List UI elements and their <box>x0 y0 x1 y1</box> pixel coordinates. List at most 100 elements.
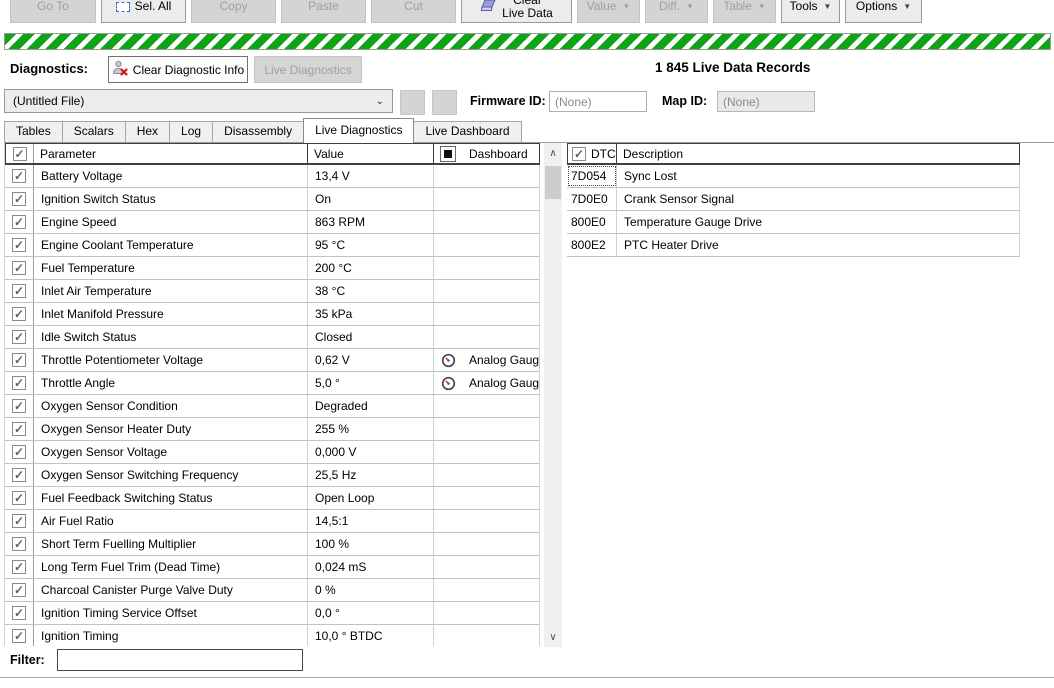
map-id-field[interactable] <box>717 91 815 112</box>
parameter-row[interactable]: ✓Oxygen Sensor Switching Frequency25,5 H… <box>5 464 540 487</box>
parameter-row[interactable]: ✓Engine Coolant Temperature95 °C <box>5 234 540 257</box>
scroll-up-icon[interactable]: ∧ <box>544 143 562 163</box>
parameter-row[interactable]: ✓Oxygen Sensor Voltage0,000 V <box>5 441 540 464</box>
toolbar-button-paste[interactable]: Paste <box>281 0 366 23</box>
toolbar-button-select-all[interactable]: Sel. All <box>101 0 186 23</box>
description-column-header[interactable]: Description <box>617 144 1020 163</box>
parameter-checkbox[interactable]: ✓ <box>12 422 26 436</box>
toolbar-button-options[interactable]: Options▼ <box>845 0 922 23</box>
dtc-code-cell[interactable]: 7D054 <box>567 165 617 187</box>
parameter-checkbox[interactable]: ✓ <box>12 376 26 390</box>
dashboard-cell <box>434 211 540 233</box>
dtc-row[interactable]: 7D054Sync Lost <box>567 165 1020 188</box>
dashboard-cell <box>434 464 540 486</box>
row-checkbox-cell: ✓ <box>5 280 34 302</box>
parameter-checkbox[interactable]: ✓ <box>12 353 26 367</box>
dtc-code-cell[interactable]: 800E0 <box>567 211 617 233</box>
toolbar-button-value[interactable]: Value▼ <box>577 0 640 23</box>
parameter-checkbox[interactable]: ✓ <box>12 629 26 643</box>
toolbar-button-go-to[interactable]: Go To <box>10 0 96 23</box>
dtc-row[interactable]: 800E0Temperature Gauge Drive <box>567 211 1020 234</box>
toolbar-button-diff[interactable]: Diff.▼ <box>645 0 708 23</box>
parameter-checkbox[interactable]: ✓ <box>12 514 26 528</box>
parameter-row[interactable]: ✓Idle Switch StatusClosed <box>5 326 540 349</box>
toolbar-button-copy[interactable]: Copy <box>191 0 276 23</box>
toolbar-button-label: Copy <box>219 0 247 13</box>
file-action-button-1[interactable] <box>400 90 425 115</box>
scrollbar-thumb[interactable] <box>545 166 561 199</box>
parameter-row[interactable]: ✓Oxygen Sensor ConditionDegraded <box>5 395 540 418</box>
parameter-column-header[interactable]: Parameter <box>34 144 308 163</box>
parameter-checkbox[interactable]: ✓ <box>12 215 26 229</box>
toolbar-button-cut[interactable]: Cut <box>371 0 456 23</box>
tab-tables[interactable]: Tables <box>4 121 63 142</box>
row-checkbox-cell: ✓ <box>5 418 34 440</box>
dtc-row[interactable]: 7D0E0Crank Sensor Signal <box>567 188 1020 211</box>
tab-log[interactable]: Log <box>169 121 213 142</box>
tab-scalars[interactable]: Scalars <box>62 121 126 142</box>
value-column-header[interactable]: Value <box>308 144 434 163</box>
file-action-button-2[interactable] <box>432 90 457 115</box>
file-select-dropdown[interactable]: (Untitled File) ⌄ <box>4 89 393 113</box>
tab-hex[interactable]: Hex <box>125 121 170 142</box>
dashboard-cell[interactable]: Analog Gauge <box>434 372 540 394</box>
parameter-checkbox[interactable]: ✓ <box>12 330 26 344</box>
parameter-row[interactable]: ✓Inlet Air Temperature38 °C <box>5 280 540 303</box>
parameter-row[interactable]: ✓Throttle Angle5,0 °Analog Gauge <box>5 372 540 395</box>
parameter-row[interactable]: ✓Ignition Timing10,0 ° BTDC <box>5 625 540 646</box>
parameter-checkbox[interactable]: ✓ <box>12 583 26 597</box>
parameter-checkbox[interactable]: ✓ <box>12 399 26 413</box>
dtc-code-cell[interactable]: 7D0E0 <box>567 188 617 210</box>
parameter-row[interactable]: ✓Short Term Fuelling Multiplier100 % <box>5 533 540 556</box>
map-id-label: Map ID: <box>662 94 707 108</box>
parameter-checkbox[interactable]: ✓ <box>12 192 26 206</box>
filter-input[interactable] <box>57 649 303 671</box>
toolbar-button-tools[interactable]: Tools▼ <box>781 0 840 23</box>
parameter-row[interactable]: ✓Battery Voltage13,4 V <box>5 165 540 188</box>
parameter-row[interactable]: ✓Inlet Manifold Pressure35 kPa <box>5 303 540 326</box>
dtc-code-cell[interactable]: 800E2 <box>567 234 617 256</box>
parameter-row[interactable]: ✓Oxygen Sensor Heater Duty255 % <box>5 418 540 441</box>
parameter-checkbox[interactable]: ✓ <box>12 468 26 482</box>
firmware-id-field[interactable] <box>549 91 647 112</box>
parameter-row[interactable]: ✓Engine Speed863 RPM <box>5 211 540 234</box>
parameter-checkbox[interactable]: ✓ <box>12 445 26 459</box>
dashboard-stop-icon[interactable] <box>440 146 456 162</box>
row-checkbox-cell: ✓ <box>5 188 34 210</box>
parameter-checkbox[interactable]: ✓ <box>12 491 26 505</box>
parameter-checkbox[interactable]: ✓ <box>12 606 26 620</box>
select-all-dtc-checkbox[interactable]: ✓ <box>572 147 586 161</box>
parameter-checkbox[interactable]: ✓ <box>12 537 26 551</box>
parameter-row[interactable]: ✓Throttle Potentiometer Voltage0,62 VAna… <box>5 349 540 372</box>
parameter-checkbox[interactable]: ✓ <box>12 284 26 298</box>
parameter-row[interactable]: ✓Long Term Fuel Trim (Dead Time)0,024 mS <box>5 556 540 579</box>
parameter-checkbox[interactable]: ✓ <box>12 307 26 321</box>
parameter-row[interactable]: ✓Ignition Switch StatusOn <box>5 188 540 211</box>
parameter-checkbox[interactable]: ✓ <box>12 169 26 183</box>
tab-live-dashboard[interactable]: Live Dashboard <box>413 121 521 142</box>
row-checkbox-cell: ✓ <box>5 349 34 371</box>
scroll-down-icon[interactable]: ∨ <box>544 627 562 647</box>
tab-live-diagnostics[interactable]: Live Diagnostics <box>303 118 414 143</box>
toolbar-button-clear-live-data[interactable]: ClearLive Data <box>461 0 572 23</box>
dtc-column-header[interactable]: ✓ DTC <box>567 144 617 163</box>
parameter-row[interactable]: ✓Charcoal Canister Purge Valve Duty0 % <box>5 579 540 602</box>
dashboard-column-header[interactable]: Dashboard <box>434 144 540 163</box>
parameter-row[interactable]: ✓Fuel Temperature200 °C <box>5 257 540 280</box>
parameter-row[interactable]: ✓Air Fuel Ratio14,5:1 <box>5 510 540 533</box>
toolbar-button-table[interactable]: Table▼ <box>713 0 776 23</box>
dashboard-cell[interactable]: Analog Gauge <box>434 349 540 371</box>
parameter-checkbox[interactable]: ✓ <box>12 238 26 252</box>
clear-diagnostic-info-button[interactable]: Clear Diagnostic Info <box>108 56 248 83</box>
live-diagnostics-button[interactable]: Live Diagnostics <box>254 56 362 83</box>
dashboard-cell <box>434 280 540 302</box>
tab-disassembly[interactable]: Disassembly <box>212 121 304 142</box>
parameter-row[interactable]: ✓Fuel Feedback Switching StatusOpen Loop <box>5 487 540 510</box>
select-all-parameters-checkbox[interactable]: ✓ <box>13 147 27 161</box>
parameter-value-cell: Closed <box>308 326 434 348</box>
parameter-row[interactable]: ✓Ignition Timing Service Offset0,0 ° <box>5 602 540 625</box>
parameter-checkbox[interactable]: ✓ <box>12 560 26 574</box>
dtc-row[interactable]: 800E2PTC Heater Drive <box>567 234 1020 257</box>
live-data-scrollbar[interactable]: ∧ ∨ <box>544 143 562 647</box>
parameter-checkbox[interactable]: ✓ <box>12 261 26 275</box>
